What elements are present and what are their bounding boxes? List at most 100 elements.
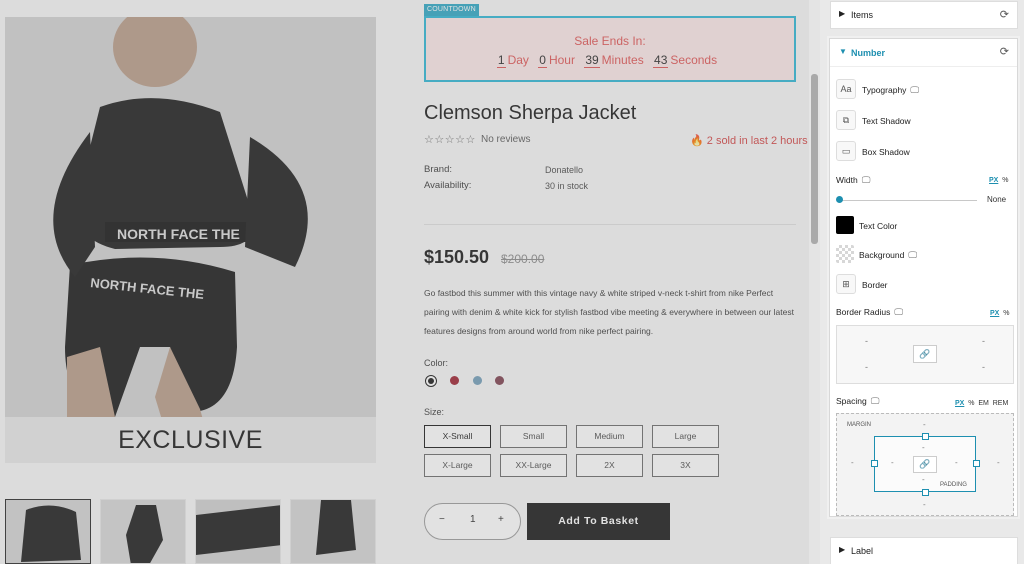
width-slider-handle[interactable]: [836, 196, 843, 203]
canvas-scrollbar[interactable]: [809, 0, 820, 564]
reviews-count[interactable]: No reviews: [481, 134, 530, 145]
refresh-icon[interactable]: ⟳: [1000, 8, 1009, 21]
unit-em[interactable]: EM: [978, 400, 989, 407]
padding-right-value[interactable]: -: [955, 458, 958, 467]
qty-plus-button[interactable]: +: [498, 514, 504, 525]
background-row[interactable]: Background 🖵: [859, 250, 917, 261]
gallery-thumbnail[interactable]: [5, 499, 91, 564]
monitor-icon[interactable]: 🖵: [862, 175, 871, 186]
add-to-basket-button[interactable]: Add To Basket: [527, 503, 670, 540]
color-swatch-red[interactable]: [450, 376, 459, 385]
text-color-swatch[interactable]: [836, 216, 854, 234]
text-shadow-label: Text Shadow: [862, 116, 911, 126]
width-slider-track[interactable]: [839, 200, 977, 201]
product-old-price: $200.00: [501, 252, 545, 266]
box-shadow-label: Box Shadow: [862, 147, 910, 157]
padding-top-value[interactable]: -: [922, 443, 925, 452]
width-value[interactable]: None: [987, 195, 1006, 204]
gallery-thumbnail[interactable]: [195, 499, 281, 564]
unit-px[interactable]: PX: [989, 177, 998, 184]
editor-canvas[interactable]: NORTH FACE THE NORTH FACE THE EXCLUSIVE …: [0, 0, 820, 564]
section-label[interactable]: ▶ Label: [830, 537, 1018, 564]
svg-text:NORTH FACE THE: NORTH FACE THE: [117, 226, 240, 242]
radius-bottom-left[interactable]: -: [865, 362, 868, 372]
thumbnail-image: [101, 500, 185, 563]
unit-percent[interactable]: %: [1002, 177, 1008, 184]
border-control[interactable]: ⊞ Border: [836, 274, 1012, 296]
text-shadow-control[interactable]: ⧉ Text Shadow: [836, 110, 1012, 132]
product-main-image[interactable]: NORTH FACE THE NORTH FACE THE EXCLUSIVE: [5, 17, 376, 463]
size-large[interactable]: Large: [652, 425, 719, 448]
padding-bottom-handle[interactable]: [922, 489, 929, 496]
unit-percent[interactable]: %: [968, 400, 974, 407]
width-row: Width 🖵: [836, 175, 870, 186]
unit-px[interactable]: PX: [955, 400, 964, 407]
scrollbar-thumb[interactable]: [811, 74, 818, 244]
padding-right-handle[interactable]: [973, 460, 980, 467]
monitor-icon[interactable]: 🖵: [910, 85, 919, 96]
countdown-minutes-label: Minutes: [601, 53, 644, 67]
padding-top-handle[interactable]: [922, 433, 929, 440]
spacing-label: Spacing: [836, 396, 867, 406]
spacing-editor: MARGIN - - - - PADDING - - - - 🔗: [836, 413, 1014, 516]
section-number: ▼ Number ⟳ Aa Typography 🖵 ⧉ Text Shadow …: [829, 38, 1018, 517]
chevron-right-icon: ▶: [839, 9, 846, 18]
monitor-icon[interactable]: 🖵: [908, 250, 917, 261]
monitor-icon[interactable]: 🖵: [871, 396, 880, 407]
unit-px[interactable]: PX: [990, 310, 999, 317]
grid-icon: ⊞: [836, 274, 856, 294]
unit-percent[interactable]: %: [1003, 310, 1009, 317]
border-label: Border: [862, 280, 888, 290]
countdown-minutes: 39: [584, 53, 600, 68]
qty-value[interactable]: 1: [470, 514, 476, 525]
size-xlarge[interactable]: X-Large: [424, 454, 491, 477]
color-swatch-maroon[interactable]: [495, 376, 504, 385]
color-swatch-black-selected[interactable]: [425, 375, 437, 387]
box-shadow-control[interactable]: ▭ Box Shadow: [836, 141, 1012, 163]
refresh-icon[interactable]: ⟳: [1000, 45, 1009, 58]
sold-counter: 🔥 2 sold in last 2 hours: [690, 134, 808, 147]
padding-bottom-value[interactable]: -: [922, 475, 925, 484]
section-number-header[interactable]: ▼ Number ⟳: [830, 39, 1017, 67]
color-swatch-blue[interactable]: [473, 376, 482, 385]
countdown-widget-tag[interactable]: COUNTDOWN: [424, 4, 479, 16]
margin-right-value[interactable]: -: [997, 458, 1000, 467]
background-swatch[interactable]: [836, 245, 854, 263]
margin-bottom-value[interactable]: -: [923, 500, 926, 509]
margin-top-value[interactable]: -: [923, 420, 926, 429]
size-3x[interactable]: 3X: [652, 454, 719, 477]
brand-value[interactable]: Donatello: [545, 165, 583, 175]
qty-minus-button[interactable]: −: [439, 514, 445, 525]
radius-bottom-right[interactable]: -: [982, 362, 985, 372]
font-icon: Aa: [836, 79, 856, 99]
divider: [424, 224, 796, 225]
radius-top-right[interactable]: -: [982, 336, 985, 346]
typography-control[interactable]: Aa Typography 🖵: [836, 79, 1012, 101]
padding-left-handle[interactable]: [871, 460, 878, 467]
radius-units: PX %: [990, 310, 1009, 317]
padding-left-value[interactable]: -: [891, 458, 894, 467]
size-medium[interactable]: Medium: [576, 425, 643, 448]
sold-text: 2 sold in last 2 hours: [706, 135, 808, 147]
unit-rem[interactable]: REM: [993, 400, 1009, 407]
border-radius-editor: - - - - 🔗: [836, 325, 1014, 384]
size-xsmall[interactable]: X-Small: [424, 425, 491, 448]
size-xxlarge[interactable]: XX-Large: [500, 454, 567, 477]
link-icon[interactable]: 🔗: [913, 345, 937, 363]
box-icon: ▭: [836, 141, 856, 161]
radius-top-left[interactable]: -: [865, 336, 868, 346]
border-radius-row: Border Radius 🖵: [836, 307, 903, 318]
section-items[interactable]: ▶ Items ⟳: [830, 1, 1018, 29]
link-icon[interactable]: 🔗: [913, 456, 937, 473]
size-small[interactable]: Small: [500, 425, 567, 448]
countdown-widget[interactable]: Sale Ends In: 1 Day 0 Hour 39 Minutes 43 Sec…: [424, 16, 796, 82]
border-radius-label: Border Radius: [836, 307, 891, 317]
gallery-thumbnail[interactable]: [290, 499, 376, 564]
quantity-stepper[interactable]: − 1 +: [424, 503, 521, 540]
monitor-icon[interactable]: 🖵: [894, 307, 903, 318]
typography-label: Typography: [862, 85, 907, 95]
text-color-label: Text Color: [859, 221, 898, 231]
margin-left-value[interactable]: -: [851, 458, 854, 467]
size-2x[interactable]: 2X: [576, 454, 643, 477]
gallery-thumbnail[interactable]: [100, 499, 186, 564]
